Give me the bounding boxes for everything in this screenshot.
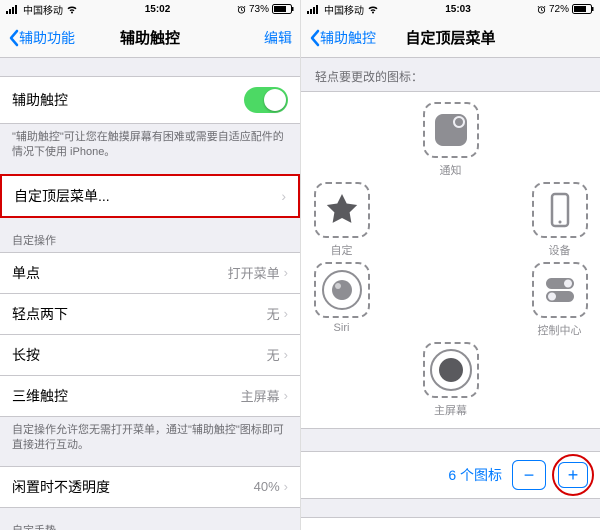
hint-text: 轻点要更改的图标： <box>301 58 600 91</box>
row-label: 三维触控 <box>12 386 68 406</box>
alarm-icon <box>237 5 246 14</box>
icon-label: 通知 <box>440 162 462 178</box>
edit-button[interactable]: 编辑 <box>264 28 292 48</box>
action-double-tap[interactable]: 轻点两下 无 › <box>0 294 300 335</box>
reset-button[interactable]: 重设... <box>301 517 600 530</box>
siri-icon <box>321 269 363 311</box>
customize-top-menu-row[interactable]: 自定顶层菜单... › <box>0 174 300 218</box>
toggle-switch-icon[interactable] <box>244 87 288 113</box>
icon-label: 主屏幕 <box>434 402 467 418</box>
increase-button[interactable]: + <box>558 462 588 488</box>
battery-icon <box>272 4 294 14</box>
menu-icon-home[interactable]: 主屏幕 <box>416 342 486 418</box>
back-label: 辅助功能 <box>19 28 75 48</box>
menu-icon-siri[interactable]: Siri <box>307 262 377 338</box>
toggle-footer: "辅助触控"可让您在触摸屏幕有困难或需要自适应配件的情况下使用 iPhone。 <box>0 124 300 161</box>
chevron-right-icon: › <box>284 265 288 280</box>
chevron-left-icon <box>8 29 19 47</box>
chevron-right-icon: › <box>284 388 288 403</box>
left-phone: 中国移动 15:02 73% 辅助功能 辅助触控 编辑 辅助触控 <box>0 0 300 530</box>
home-icon <box>429 348 473 392</box>
custom-actions-header: 自定操作 <box>0 218 300 252</box>
signal-icon <box>307 5 321 14</box>
row-value: 打开菜单 <box>228 263 280 282</box>
status-bar: 中国移动 15:02 73% <box>0 0 300 18</box>
notification-icon <box>431 110 471 150</box>
row-label: 自定顶层菜单... <box>14 186 110 206</box>
wifi-icon <box>367 5 379 14</box>
chevron-right-icon: › <box>281 188 286 204</box>
row-label: 单点 <box>12 263 40 283</box>
chevron-right-icon: › <box>284 479 288 494</box>
carrier-label: 中国移动 <box>23 2 63 17</box>
row-label: 长按 <box>12 345 40 365</box>
row-label: 轻点两下 <box>12 304 68 324</box>
nav-bar: 辅助触控 自定顶层菜单 <box>301 18 600 58</box>
row-value: 无 <box>267 304 280 323</box>
right-phone: 中国移动 15:03 72% 辅助触控 自定顶层菜单 轻点要更改的图标： <box>300 0 600 530</box>
page-title: 自定顶层菜单 <box>405 27 495 48</box>
alarm-icon <box>537 5 546 14</box>
back-button[interactable]: 辅助触控 <box>309 28 376 48</box>
battery-label: 72% <box>549 4 569 15</box>
menu-icon-notify[interactable]: 通知 <box>416 102 486 178</box>
decrease-button[interactable]: − <box>512 460 546 490</box>
chevron-right-icon: › <box>284 306 288 321</box>
row-value: 主屏幕 <box>241 386 280 405</box>
custom-gesture-header: 自定手势 <box>0 508 300 530</box>
row-value: 40% <box>254 479 280 494</box>
icon-label: 自定 <box>331 242 353 258</box>
action-3d-touch[interactable]: 三维触控 主屏幕 › <box>0 376 300 417</box>
device-icon <box>540 190 580 230</box>
carrier-label: 中国移动 <box>324 2 364 17</box>
highlight-circle-icon: + <box>552 454 594 496</box>
actions-footer: 自定操作允许您无需打开菜单，通过"辅助触控"图标即可直接进行互动。 <box>0 417 300 454</box>
star-icon <box>322 190 362 230</box>
action-single-tap[interactable]: 单点 打开菜单 › <box>0 252 300 294</box>
action-long-press[interactable]: 长按 无 › <box>0 335 300 376</box>
icon-label: 设备 <box>549 242 571 258</box>
icon-count-label: 6 个图标 <box>448 465 502 485</box>
row-label: 闲置时不透明度 <box>12 477 110 497</box>
assistive-touch-toggle-row[interactable]: 辅助触控 <box>0 76 300 124</box>
signal-icon <box>6 5 20 14</box>
page-title: 辅助触控 <box>120 27 180 48</box>
nav-bar: 辅助功能 辅助触控 编辑 <box>0 18 300 58</box>
battery-label: 73% <box>249 4 269 15</box>
icon-label: Siri <box>334 322 350 334</box>
status-bar: 中国移动 15:03 72% <box>301 0 600 18</box>
wifi-icon <box>66 5 78 14</box>
chevron-right-icon: › <box>284 347 288 362</box>
status-time: 15:03 <box>445 4 471 15</box>
control-center-icon <box>540 270 580 310</box>
back-label: 辅助触控 <box>320 28 376 48</box>
menu-icon-custom[interactable]: 自定 <box>307 182 377 258</box>
battery-icon <box>572 4 594 14</box>
icon-count-row: 6 个图标 − + <box>301 451 600 499</box>
row-label: 辅助触控 <box>12 90 68 110</box>
idle-opacity-row[interactable]: 闲置时不透明度 40% › <box>0 466 300 508</box>
menu-icon-device[interactable]: 设备 <box>525 182 595 258</box>
icon-label: 控制中心 <box>538 322 582 338</box>
chevron-left-icon <box>309 29 320 47</box>
back-button[interactable]: 辅助功能 <box>8 28 75 48</box>
row-value: 无 <box>267 345 280 364</box>
icon-panel: 通知 自定 设备 Siri <box>301 91 600 429</box>
menu-icon-control[interactable]: 控制中心 <box>525 262 595 338</box>
status-time: 15:02 <box>145 4 171 15</box>
